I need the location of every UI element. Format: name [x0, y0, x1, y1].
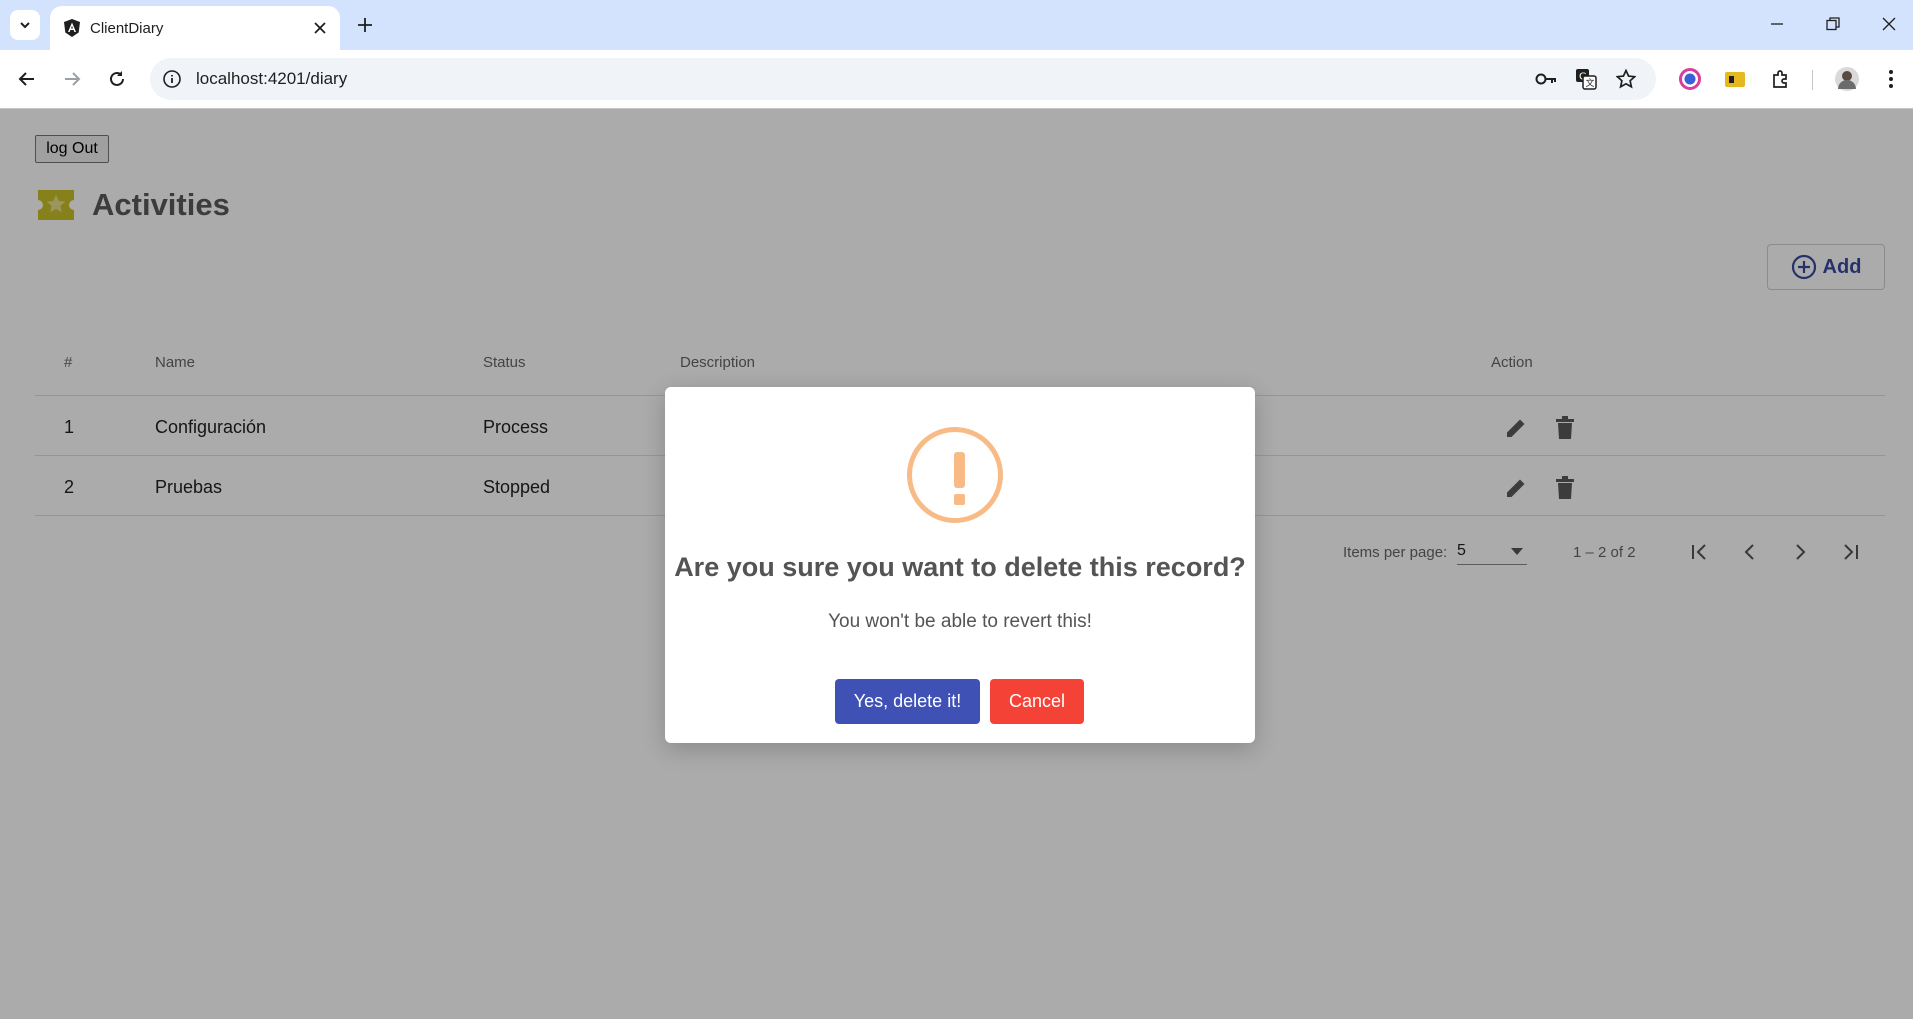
site-info-icon[interactable] — [162, 69, 182, 89]
svg-text:文: 文 — [1586, 77, 1595, 89]
cancel-button[interactable]: Cancel — [990, 679, 1084, 724]
password-key-icon[interactable] — [1534, 67, 1558, 91]
url-text[interactable]: localhost:4201/diary — [196, 69, 347, 89]
bookmark-star-icon[interactable] — [1614, 67, 1638, 91]
tab-title: ClientDiary — [90, 20, 164, 37]
browser-tab-strip: ClientDiary — [0, 0, 1913, 50]
minimize-icon[interactable] — [1754, 8, 1800, 40]
window-close-icon[interactable] — [1866, 8, 1912, 40]
forward-arrow-icon[interactable] — [57, 64, 87, 94]
tab-close-icon[interactable] — [310, 18, 330, 38]
angular-logo-icon — [64, 19, 80, 37]
browser-menu-icon[interactable] — [1877, 65, 1905, 93]
folder-extension-icon[interactable] — [1721, 65, 1749, 93]
restore-icon[interactable] — [1810, 8, 1856, 40]
toolbar-divider — [1812, 70, 1813, 90]
confirm-delete-button[interactable]: Yes, delete it! — [835, 679, 980, 724]
profile-avatar[interactable] — [1833, 65, 1861, 93]
dialog-message: You won't be able to revert this! — [828, 611, 1092, 632]
confirm-delete-dialog: Are you sure you want to delete this rec… — [665, 387, 1255, 743]
warning-icon — [907, 427, 1003, 523]
reload-icon[interactable] — [102, 64, 132, 94]
tab-search-button[interactable] — [10, 10, 40, 40]
colorful-extension-icon[interactable] — [1676, 65, 1704, 93]
back-arrow-icon[interactable] — [12, 64, 42, 94]
translate-icon[interactable]: G文 — [1574, 67, 1598, 91]
dialog-title: Are you sure you want to delete this rec… — [674, 552, 1246, 582]
browser-tab-active[interactable]: ClientDiary — [50, 6, 340, 50]
address-bar[interactable]: localhost:4201/diary G文 — [150, 58, 1656, 100]
extensions-puzzle-icon[interactable] — [1767, 65, 1795, 93]
new-tab-icon[interactable] — [352, 12, 378, 38]
browser-toolbar: localhost:4201/diary G文 — [0, 50, 1913, 109]
chevron-down-icon — [20, 22, 30, 29]
